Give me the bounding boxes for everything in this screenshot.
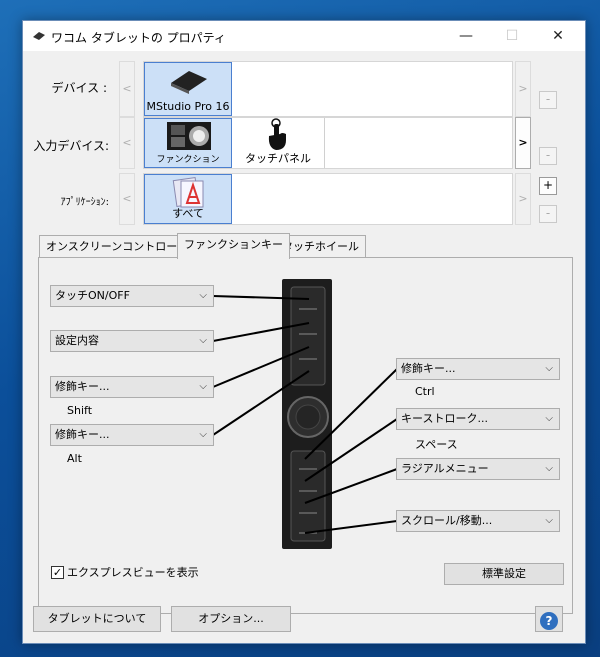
function-key-dropdown-2[interactable]: 設定内容 ⌵ <box>50 330 214 352</box>
function-key-6-detail: スペース <box>415 438 458 451</box>
function-key-dropdown-4[interactable]: 修飾キー... ⌵ <box>50 424 214 446</box>
chevron-down-icon: ⌵ <box>199 381 207 392</box>
function-key-5-detail: Ctrl <box>415 385 435 398</box>
function-key-dropdown-1[interactable]: タッチON/OFF ⌵ <box>50 285 214 307</box>
express-view-label: エクスプレスビューを表示 <box>67 566 199 579</box>
about-tablet-button[interactable]: タブレットについて <box>33 606 161 632</box>
options-button[interactable]: オプション... <box>171 606 291 632</box>
function-key-4-detail: Alt <box>67 452 82 465</box>
default-button[interactable]: 標準設定 <box>444 563 564 585</box>
chevron-down-icon: ⌵ <box>199 429 207 440</box>
function-key-dropdown-5[interactable]: 修飾キー... ⌵ <box>396 358 560 380</box>
chevron-down-icon: ⌵ <box>545 515 553 526</box>
properties-window: ワコム タブレットの プロパティ — ☐ ✕ デバイス : < MStudio … <box>22 20 586 644</box>
function-key-dropdown-7[interactable]: ラジアルメニュー ⌵ <box>396 458 560 480</box>
chevron-down-icon: ⌵ <box>199 290 207 301</box>
chevron-down-icon: ⌵ <box>545 463 553 474</box>
tab-function-keys[interactable]: ファンクションキー <box>177 233 290 259</box>
chevron-down-icon: ⌵ <box>545 363 553 374</box>
help-icon: ? <box>540 612 558 630</box>
function-key-dropdown-6[interactable]: キーストローク... ⌵ <box>396 408 560 430</box>
function-key-3-detail: Shift <box>67 404 93 417</box>
function-key-dropdown-8[interactable]: スクロール/移動... ⌵ <box>396 510 560 532</box>
chevron-down-icon: ⌵ <box>199 335 207 346</box>
express-view-checkbox[interactable]: ✓ <box>51 566 64 579</box>
chevron-down-icon: ⌵ <box>545 413 553 424</box>
function-key-dropdown-3[interactable]: 修飾キー... ⌵ <box>50 376 214 398</box>
help-button[interactable]: ? <box>535 606 563 632</box>
